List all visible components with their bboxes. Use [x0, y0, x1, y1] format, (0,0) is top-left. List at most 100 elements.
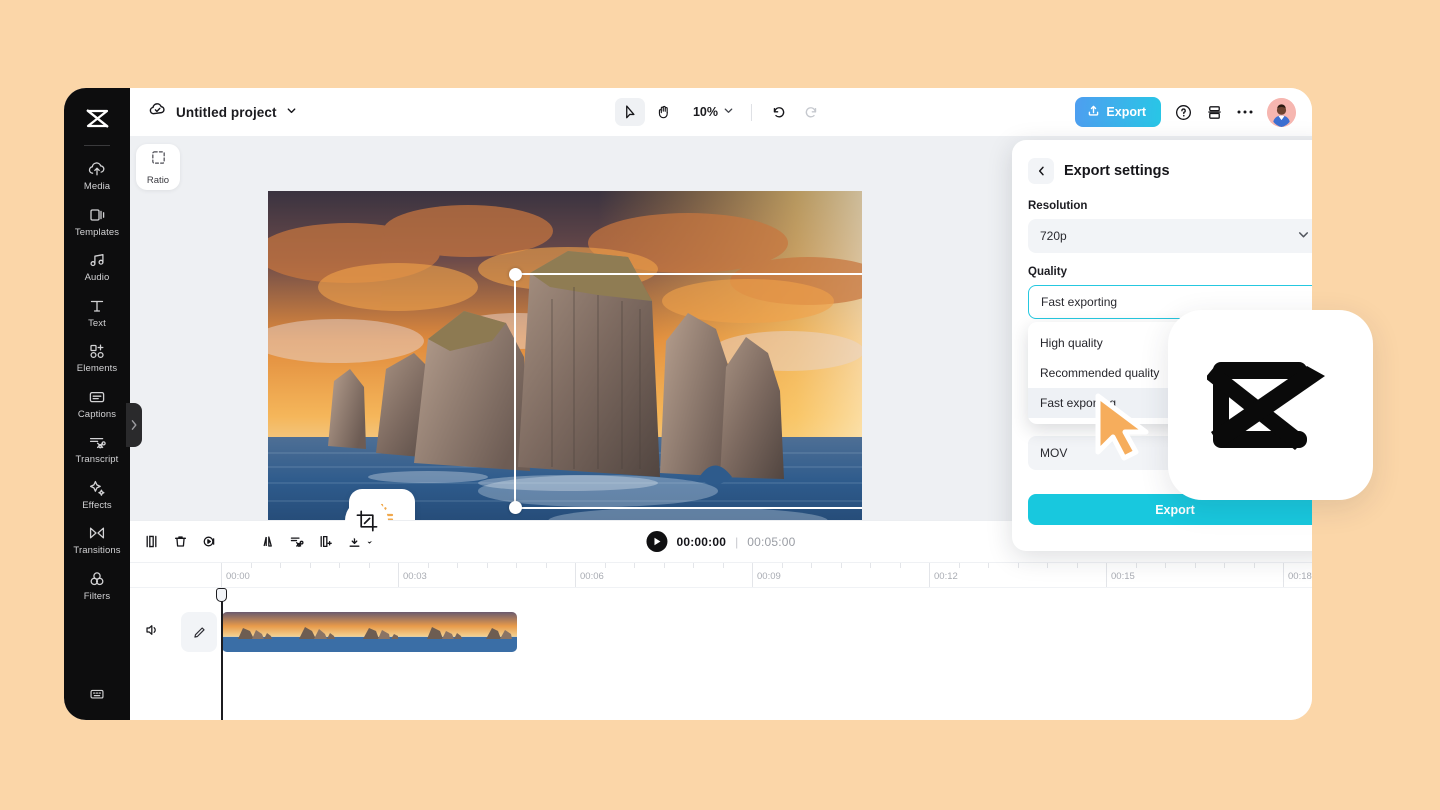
freeze-frame-icon[interactable] [318, 534, 333, 549]
pencil-edit-icon [192, 625, 207, 640]
ruler-minor-tick [310, 563, 311, 568]
ruler-minor-tick [634, 563, 635, 568]
ruler-minor-tick [664, 563, 665, 568]
speed-icon[interactable] [202, 534, 217, 549]
ruler-minor-tick [900, 563, 901, 568]
ruler-label: 00:03 [398, 571, 427, 582]
crop-tool-highlight[interactable] [345, 499, 388, 542]
text-t-icon [87, 296, 107, 316]
ruler-minor-tick [546, 563, 547, 568]
transcript-scissors-icon [87, 432, 107, 452]
page-background: Media Templates Audio [0, 0, 1440, 810]
edit-clip-button[interactable] [181, 612, 217, 652]
sidebar-item-effects[interactable]: Effects [64, 471, 130, 517]
delete-icon[interactable] [173, 534, 188, 549]
avatar[interactable] [1267, 98, 1296, 127]
sidebar-item-transcript[interactable]: Transcript [64, 425, 130, 471]
topbar-right-group: Export [1075, 97, 1296, 127]
sidebar-item-filters[interactable]: Filters [64, 562, 130, 608]
more-horizontal-icon[interactable] [1236, 109, 1254, 115]
sidebar-item-label: Captions [78, 410, 116, 420]
stack-icon[interactable] [1206, 104, 1223, 121]
sidebar-item-label: Elements [77, 364, 117, 374]
sidebar-item-audio[interactable]: Audio [64, 243, 130, 289]
capcut-logo-badge [1168, 310, 1373, 500]
sidebar-item-label: Effects [82, 501, 112, 511]
ruler-minor-tick [1136, 563, 1137, 568]
ratio-button[interactable]: Ratio [136, 144, 180, 190]
current-time: 00:00:00 [676, 535, 726, 549]
quality-label: Quality [1028, 266, 1312, 278]
clip-thumbnail [222, 612, 285, 652]
ruler-minor-tick [251, 563, 252, 568]
ruler-minor-tick [723, 563, 724, 568]
ruler-minor-tick [1077, 563, 1078, 568]
sidebar-item-transitions[interactable]: Transitions [64, 516, 130, 562]
sidebar-item-elements[interactable]: Elements [64, 334, 130, 380]
time-separator: | [735, 535, 738, 549]
total-time: 00:05:00 [747, 535, 795, 549]
sidebar-item-label: Text [88, 319, 106, 329]
ruler-minor-tick [1018, 563, 1019, 568]
export-button-label: Export [1106, 105, 1146, 119]
export-panel-title: Export settings [1064, 163, 1170, 179]
sidebar-item-label: Transitions [73, 546, 120, 556]
sidebar-item-templates[interactable]: Templates [64, 198, 130, 244]
hand-tool-button[interactable] [649, 98, 679, 126]
redo-button[interactable] [797, 98, 827, 126]
question-circle-icon[interactable] [1174, 103, 1193, 122]
playhead[interactable] [221, 588, 223, 720]
ruler-minor-tick [1254, 563, 1255, 568]
mirror-icon[interactable] [260, 534, 275, 549]
chevron-down-icon [1297, 228, 1310, 244]
cut-out-icon[interactable] [289, 534, 304, 549]
filters-circles-icon [87, 569, 107, 589]
chevron-left-icon [1036, 165, 1047, 177]
playhead-knob[interactable] [216, 588, 227, 602]
export-button[interactable]: Export [1075, 97, 1161, 127]
ruler-minor-tick [870, 563, 871, 568]
back-button[interactable] [1028, 158, 1054, 184]
crop-icon [355, 509, 379, 533]
capcut-logo-icon[interactable] [64, 96, 130, 140]
chevron-down-icon[interactable] [286, 103, 297, 121]
left-sidebar: Media Templates Audio [64, 88, 130, 720]
ruler-minor-tick [487, 563, 488, 568]
clip-thumbnail [474, 612, 517, 652]
ruler-minor-tick [339, 563, 340, 568]
ruler-minor-tick [841, 563, 842, 568]
timeline-ruler[interactable]: 00:0000:0300:0600:0900:1200:1500:18 [130, 563, 1312, 588]
ruler-minor-tick [693, 563, 694, 568]
sidebar-item-label: Transcript [76, 455, 119, 465]
sidebar-item-keyboard[interactable] [64, 685, 130, 720]
play-button[interactable] [646, 531, 667, 552]
resolution-select[interactable]: 720p [1028, 219, 1312, 253]
project-title-group[interactable]: Untitled project [148, 100, 297, 124]
sidebar-item-captions[interactable]: Captions [64, 380, 130, 426]
resolution-label: Resolution [1028, 200, 1312, 212]
video-clip[interactable] [222, 612, 517, 652]
speaker-icon[interactable] [144, 622, 160, 643]
sidebar-collapse-toggle[interactable] [126, 403, 142, 447]
ratio-button-label: Ratio [147, 175, 169, 186]
resolution-value: 720p [1040, 229, 1067, 243]
templates-icon [87, 205, 107, 225]
format-value: MOV [1040, 446, 1067, 460]
split-icon[interactable] [144, 534, 159, 549]
ruler-minor-tick [1224, 563, 1225, 568]
canvas-tools: 10% [615, 98, 827, 126]
zoom-level-value: 10% [693, 105, 718, 119]
sidebar-item-media[interactable]: Media [64, 152, 130, 198]
transitions-icon [87, 523, 107, 543]
video-track-row [130, 610, 1312, 654]
zoom-level-selector[interactable]: 10% [683, 103, 740, 121]
ruler-minor-tick [782, 563, 783, 568]
timeline-tracks [130, 588, 1312, 720]
cursor-tool-button[interactable] [615, 98, 645, 126]
sidebar-item-text[interactable]: Text [64, 289, 130, 335]
ruler-minor-tick [988, 563, 989, 568]
ruler-minor-tick [428, 563, 429, 568]
undo-button[interactable] [763, 98, 793, 126]
ruler-label: 00:09 [752, 571, 781, 582]
ruler-minor-tick [605, 563, 606, 568]
